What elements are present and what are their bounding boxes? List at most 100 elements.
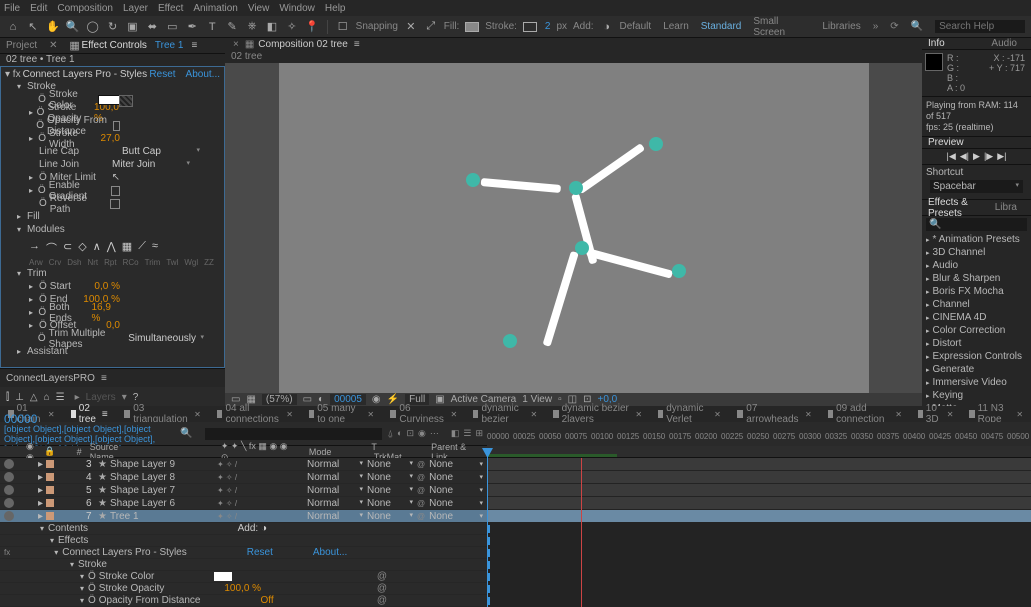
tl-icon-5[interactable]: ⋯ — [430, 428, 439, 439]
sync-icon[interactable]: ⟳ — [890, 21, 898, 32]
layer-row[interactable]: ▸7★Tree 1✦ ✧ / NormalNoneNone — [0, 510, 487, 523]
timeline-ruler[interactable]: 0000000025000500007500100001250015000175… — [487, 422, 1031, 445]
reset-link[interactable]: Reset — [149, 69, 175, 80]
anim-opacity-icon[interactable]: Ö — [37, 107, 45, 118]
anim-stroke-color-icon[interactable]: Ö — [38, 94, 46, 105]
module-icon-6[interactable]: ⋀ — [107, 240, 116, 256]
snap-checkbox[interactable]: ☐ — [336, 20, 350, 34]
workspace-default[interactable]: Default — [620, 21, 652, 32]
comp-tab-label[interactable]: Composition 02 tree — [258, 39, 348, 50]
tab-effects-presets[interactable]: Effects & Presets — [928, 197, 987, 219]
menu-composition[interactable]: Composition — [57, 3, 113, 14]
zoom-icon[interactable]: 🔍 — [66, 20, 80, 34]
tl-icon-3[interactable]: ⊡ — [406, 428, 414, 439]
shortcut-dropdown[interactable]: Spacebar — [930, 180, 1023, 193]
workspace-learn[interactable]: Learn — [663, 21, 689, 32]
workspace-small-screen[interactable]: Small Screen — [753, 16, 810, 38]
tab-project-close-icon[interactable]: ✕ — [49, 40, 57, 51]
clp-menu-icon[interactable]: ≡ — [101, 373, 107, 384]
workspace-standard[interactable]: Standard — [701, 21, 742, 32]
about-link[interactable]: About... — [186, 69, 220, 80]
add-menu-icon[interactable]: ◑ — [600, 20, 614, 34]
group-fill[interactable]: Fill — [27, 211, 40, 222]
fx-enable-icon[interactable]: ▾ fx — [5, 69, 21, 80]
module-icon-5[interactable]: ∧ — [93, 240, 101, 256]
brush-icon[interactable]: ✎ — [225, 20, 239, 34]
comp-tab-menu-icon[interactable]: ≡ — [354, 39, 360, 50]
stroke-color-swatch[interactable] — [98, 95, 120, 105]
layer-row[interactable]: ▸5★Shape Layer 7✦ ✧ / NormalNoneNone — [0, 484, 487, 497]
tl-icon-6[interactable]: ◧ — [451, 428, 460, 439]
visibility-icon[interactable] — [4, 485, 14, 495]
panbehind-icon[interactable]: ⬌ — [145, 20, 159, 34]
layer-row[interactable]: ▸6★Shape Layer 6✦ ✧ / NormalNoneNone — [0, 497, 487, 510]
orbit-icon[interactable]: ◯ — [86, 20, 100, 34]
enable-gradient-checkbox[interactable] — [111, 186, 120, 196]
timeline-search-input[interactable] — [205, 428, 382, 440]
trim-multiple-dropdown[interactable]: Simultaneously — [128, 333, 196, 344]
fx-category[interactable]: ▸Audio — [922, 259, 1031, 272]
fx-category[interactable]: ▸Keying — [922, 389, 1031, 402]
roto-icon[interactable]: ✧ — [285, 20, 299, 34]
fx-category[interactable]: ▸CINEMA 4D — [922, 311, 1031, 324]
group-assistant[interactable]: Assistant — [27, 346, 68, 357]
fx-category[interactable]: ▸Expression Controls — [922, 350, 1031, 363]
composition-viewer[interactable] — [225, 63, 922, 393]
property-row[interactable]: ▾ÖStroke Opacity100,0 %@ — [0, 583, 487, 595]
rotate-icon[interactable]: ↻ — [106, 20, 120, 34]
clp-help-icon[interactable]: ? — [133, 392, 139, 403]
home-icon[interactable]: ⌂ — [6, 20, 20, 34]
tab-libraries[interactable]: Libra — [995, 202, 1017, 213]
start-value[interactable]: 0,0 % — [94, 281, 120, 292]
fx-category[interactable]: ▸Blur & Sharpen — [922, 272, 1031, 285]
prev-frame-icon[interactable]: ◀| — [960, 151, 969, 162]
module-icon-4[interactable]: ◇ — [78, 240, 86, 256]
tab-audio[interactable]: Audio — [991, 38, 1017, 49]
line-cap-dropdown[interactable]: Butt Cap — [122, 146, 192, 157]
group-trim[interactable]: Trim — [27, 268, 47, 279]
fx-category[interactable]: ▸Distort — [922, 337, 1031, 350]
module-icon-2[interactable]: ⌒ — [46, 240, 57, 256]
property-row[interactable]: fx▾Connect Layers Pro - StylesResetAbout… — [0, 547, 487, 559]
clp-tool-4-icon[interactable]: ⌂ — [44, 392, 50, 403]
tab-project[interactable]: Project — [6, 40, 37, 51]
menu-file[interactable]: File — [4, 3, 20, 14]
panel-menu-icon[interactable]: ≡ — [191, 40, 197, 51]
next-frame-icon[interactable]: |▶ — [984, 151, 993, 162]
property-row[interactable]: ▾Effects — [0, 535, 487, 547]
line-join-dropdown[interactable]: Miter Join — [112, 159, 182, 170]
play-icon[interactable]: ▶ — [973, 151, 980, 162]
comp-breadcrumb[interactable]: 02 tree — [225, 51, 922, 63]
fill-swatch[interactable] — [465, 22, 479, 32]
visibility-icon[interactable] — [4, 511, 14, 521]
fx-category[interactable]: ▸Channel — [922, 298, 1031, 311]
stroke-width-value[interactable]: 2 — [545, 21, 551, 32]
current-time-indicator[interactable] — [581, 458, 582, 607]
pen-icon[interactable]: ✒ — [185, 20, 199, 34]
camera-icon[interactable]: ▣ — [126, 20, 140, 34]
selection-icon[interactable]: ↖ — [26, 20, 40, 34]
clp-tool-3-icon[interactable]: △ — [30, 392, 38, 403]
shape-icon[interactable]: ▭ — [165, 20, 179, 34]
fx-category[interactable]: ▸Color Correction — [922, 324, 1031, 337]
property-row[interactable]: ▾ContentsAdd: ◑ — [0, 523, 487, 535]
property-row[interactable]: ▾ÖOpacity From DistanceOff@ — [0, 595, 487, 607]
puppet-icon[interactable]: 📍 — [305, 20, 319, 34]
snap-opt1-icon[interactable]: ✕ — [404, 20, 418, 34]
reverse-path-checkbox[interactable] — [110, 199, 120, 209]
type-icon[interactable]: T — [205, 20, 219, 34]
tab-effect-controls[interactable]: Effect Controls — [82, 40, 147, 51]
last-frame-icon[interactable]: ▶| — [997, 151, 1006, 162]
stamp-icon[interactable]: ⎈ — [245, 20, 259, 34]
workspace-libraries[interactable]: Libraries — [822, 21, 860, 32]
fx-category[interactable]: ▸3D Channel — [922, 246, 1031, 259]
menu-edit[interactable]: Edit — [30, 3, 47, 14]
fx-category[interactable]: ▸Immersive Video — [922, 376, 1031, 389]
effects-presets-list[interactable]: ▸* Animation Presets▸3D Channel▸Audio▸Bl… — [922, 233, 1031, 406]
clp-tool-2-icon[interactable]: ⊥ — [15, 392, 24, 403]
module-icon-7[interactable]: ▦ — [122, 240, 132, 256]
tab-info[interactable]: Info — [928, 38, 945, 49]
workspace-more-icon[interactable]: » — [873, 21, 879, 32]
tl-icon-8[interactable]: ⊞ — [475, 428, 483, 439]
snap-opt2-icon[interactable]: ⤢ — [424, 20, 438, 34]
